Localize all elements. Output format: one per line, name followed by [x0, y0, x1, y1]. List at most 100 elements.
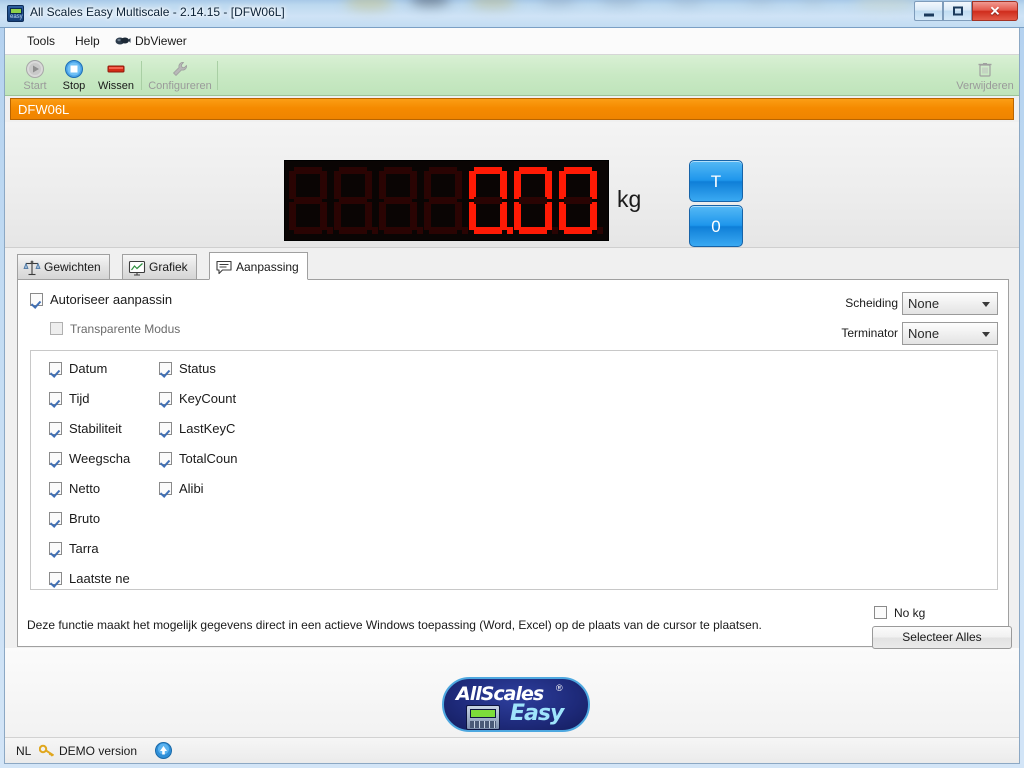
field-checkbox-tarra[interactable]: Tarra	[49, 541, 99, 557]
stop-square-icon	[65, 60, 83, 78]
field-label: Laatste ne	[69, 571, 130, 586]
maximize-button[interactable]	[943, 1, 972, 21]
menu-item-help[interactable]: Help	[67, 28, 108, 55]
checkbox-box	[49, 422, 62, 435]
lcd-digit-value	[512, 166, 558, 236]
field-label: Alibi	[179, 481, 204, 496]
tab-aanpassing[interactable]: Aanpassing	[209, 252, 308, 280]
field-checkbox-datum[interactable]: Datum	[49, 361, 107, 377]
clear-button-label: Wissen	[97, 80, 135, 92]
clear-button[interactable]: Wissen	[93, 57, 139, 94]
menu-item-tools[interactable]: Tools	[19, 28, 63, 55]
field-label: Tijd	[69, 391, 90, 406]
stop-button[interactable]: Stop	[55, 57, 93, 94]
field-checkbox-lastkeyc[interactable]: LastKeyC	[159, 421, 235, 437]
toolbar-separator	[217, 61, 218, 90]
logo-registered-mark: ®	[556, 683, 563, 693]
checkbox-box	[874, 606, 887, 619]
field-checkbox-status[interactable]: Status	[159, 361, 216, 377]
field-label: Status	[179, 361, 216, 376]
desktop-blur-artifact	[470, 0, 516, 8]
desktop-blur-artifact	[670, 0, 704, 5]
update-arrow-icon[interactable]	[155, 742, 172, 759]
scale-header-bar[interactable]: DFW06L	[10, 98, 1014, 120]
speech-bubble-icon	[216, 260, 232, 275]
tab-panel-aanpassing: Autoriseer aanpassin Transparente Modus …	[17, 279, 1012, 649]
desktop-blur-artifact	[855, 0, 915, 9]
transparent-mode-checkbox[interactable]: Transparente Modus	[50, 321, 180, 337]
delete-button-label: Verwijderen	[956, 80, 1014, 92]
configure-button[interactable]: Configureren	[145, 57, 215, 94]
field-checkbox-laatste-ne[interactable]: Laatste ne	[49, 571, 130, 587]
minimize-button[interactable]	[914, 1, 943, 21]
checkbox-box	[50, 322, 63, 335]
tab-gewichten-label: Gewichten	[44, 260, 101, 274]
authorize-adjustment-label: Autoriseer aanpassin	[50, 292, 173, 307]
separator-dropdown-value: None	[908, 296, 940, 311]
tab-gewichten[interactable]: Gewichten	[17, 254, 110, 280]
weight-display-panel: kg T 0	[5, 122, 1019, 248]
tab-grafiek[interactable]: Grafiek	[122, 254, 197, 280]
field-label: LastKeyC	[179, 421, 236, 436]
menu-item-dbviewer[interactable]: DbViewer	[111, 28, 195, 55]
title-bar: easy All Scales Easy Multiscale - 2.14.1…	[0, 0, 1024, 28]
select-all-button[interactable]: Selecteer Alles	[872, 626, 1012, 649]
menu-item-dbviewer-label: DbViewer	[135, 34, 187, 48]
checkbox-box	[30, 293, 43, 306]
field-checkbox-weegscha[interactable]: Weegscha	[49, 451, 130, 467]
tare-button[interactable]: T	[689, 160, 743, 202]
delete-button[interactable]: Verwijderen	[949, 57, 1021, 94]
checkbox-box	[49, 572, 62, 585]
lcd-digit-blank	[422, 166, 468, 236]
lcd-digit-value	[467, 166, 513, 236]
close-button[interactable]: ✕	[972, 1, 1018, 21]
trash-icon	[978, 63, 992, 77]
desktop-blur-artifact	[800, 0, 826, 4]
window-title: All Scales Easy Multiscale - 2.14.15 - […	[30, 5, 285, 19]
weighing-indicator-icon	[466, 705, 500, 730]
terminator-dropdown[interactable]: None	[902, 322, 998, 345]
start-button-label: Start	[23, 80, 47, 92]
authorize-adjustment-checkbox[interactable]: Autoriseer aanpassin	[30, 292, 172, 308]
field-checkbox-alibi[interactable]: Alibi	[159, 481, 204, 497]
field-checkbox-bruto[interactable]: Bruto	[49, 511, 100, 527]
checkbox-box	[49, 362, 62, 375]
separator-dropdown[interactable]: None	[902, 292, 998, 315]
field-checkbox-stabiliteit[interactable]: Stabiliteit	[49, 421, 122, 437]
checkbox-box	[49, 452, 62, 465]
field-checkbox-tijd[interactable]: Tijd	[49, 391, 89, 407]
client-area: Tools Help DbViewer Start Stop Wissen Co…	[4, 28, 1020, 764]
feature-description: Deze functie maakt het mogelijk gegevens…	[27, 618, 762, 632]
field-checkbox-totalcoun[interactable]: TotalCoun	[159, 451, 238, 467]
checkbox-box	[159, 422, 172, 435]
allscales-easy-logo: AllScales ® Easy	[442, 677, 590, 732]
field-checkbox-netto[interactable]: Netto	[49, 481, 100, 497]
checkbox-box	[159, 392, 172, 405]
tab-aanpassing-label: Aanpassing	[236, 260, 299, 274]
wrench-icon	[173, 62, 187, 76]
menu-bar: Tools Help DbViewer	[5, 28, 1019, 55]
close-icon: ✕	[989, 3, 1001, 19]
field-checkbox-keycount[interactable]: KeyCount	[159, 391, 236, 407]
terminator-dropdown-value: None	[908, 326, 940, 341]
field-label: KeyCount	[179, 391, 237, 406]
separator-label: Scheiding	[845, 296, 898, 310]
start-button[interactable]: Start	[15, 57, 55, 94]
zero-button[interactable]: 0	[689, 205, 743, 247]
tab-grafiek-label: Grafiek	[149, 260, 188, 274]
field-label: Tarra	[69, 541, 99, 556]
field-label: Datum	[69, 361, 108, 376]
checkbox-box	[49, 482, 62, 495]
lcd-digit-blank	[377, 166, 423, 236]
no-kg-checkbox[interactable]: No kg	[874, 605, 925, 621]
terminator-label: Terminator	[841, 326, 898, 340]
toolbar: Start Stop Wissen Configureren Verwijder…	[5, 55, 1019, 96]
transparent-mode-label: Transparente Modus	[70, 322, 181, 336]
toolbar-separator	[141, 61, 142, 90]
field-label: Weegscha	[69, 451, 131, 466]
line-chart-icon	[128, 260, 146, 276]
status-bar: NL DEMO version	[5, 737, 1019, 763]
license-status: DEMO version	[59, 744, 138, 758]
desktop-blur-artifact	[600, 0, 640, 5]
field-label: Netto	[69, 481, 101, 496]
